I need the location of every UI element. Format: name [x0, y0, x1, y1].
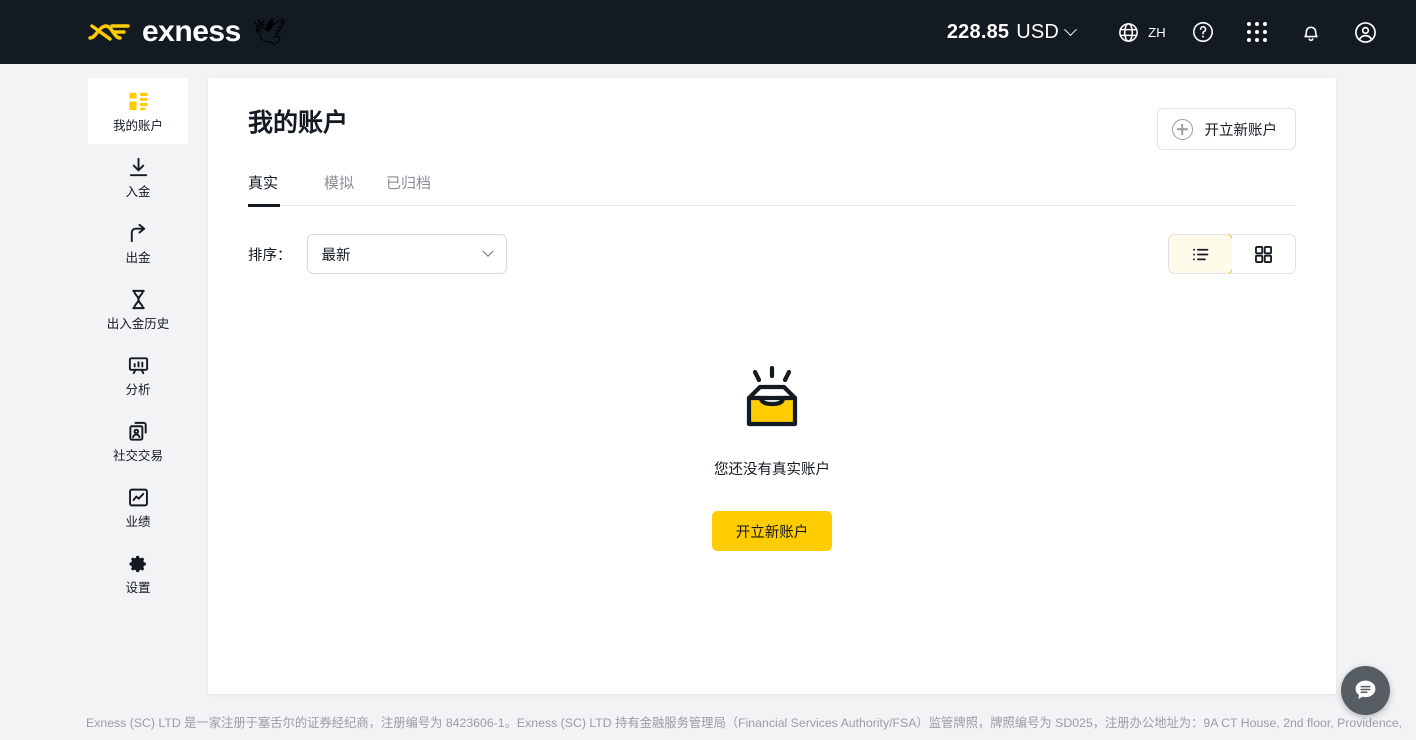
list-view-button[interactable] — [1169, 235, 1233, 273]
sidebar-item-label: 分析 — [125, 382, 151, 397]
performance-chart-icon — [127, 486, 150, 510]
withdraw-upload-icon — [127, 222, 150, 246]
sidebar-item-label: 入金 — [125, 184, 151, 199]
balance-selector[interactable]: 228.85 USD — [946, 20, 1077, 44]
open-new-account-header-label: 开立新账户 — [1204, 122, 1278, 139]
language-switcher[interactable]: ZH — [1107, 0, 1176, 64]
tab-real[interactable]: 真实 — [248, 164, 294, 207]
account-button[interactable] — [1338, 0, 1392, 64]
sidebar-item-social-trading[interactable]: 社交交易 — [88, 408, 188, 474]
gear-settings-icon — [127, 552, 149, 576]
social-trading-icon — [127, 420, 150, 444]
sidebar-item-label: 社交交易 — [112, 448, 163, 463]
dove-icon: 🕊 — [252, 17, 286, 47]
apps-button[interactable] — [1230, 0, 1284, 64]
top-header-bar: exness 🕊 228.85 USD ZH — [0, 0, 1416, 64]
accounts-toolbar: 排序： 最新 — [248, 234, 1296, 274]
dashboard-icon — [127, 90, 150, 114]
empty-state: 您还没有真实账户 开立新账户 — [208, 366, 1336, 551]
list-view-icon — [1193, 248, 1209, 260]
sidebar-item-analytics[interactable]: 分析 — [88, 342, 188, 408]
footer-disclaimer: Exness (SC) LTD 是一家注册于塞舌尔的证券经纪商，注册编号为 84… — [86, 716, 1403, 730]
account-type-tabs: 真实 模拟 已归档 — [248, 164, 1296, 207]
user-account-icon — [1354, 21, 1376, 43]
tab-label: 已归档 — [386, 175, 432, 192]
tab-label: 模拟 — [324, 175, 355, 192]
deposit-download-icon — [127, 156, 150, 180]
chat-bubble-icon — [1355, 680, 1376, 699]
sidebar-item-my-accounts[interactable]: 我的账户 — [88, 78, 188, 144]
apps-grid-icon — [1247, 22, 1267, 42]
hourglass-history-icon — [127, 288, 150, 312]
notifications-bell-icon — [1304, 26, 1318, 42]
sidebar-item-label: 我的账户 — [112, 118, 163, 133]
panel-header: 我的账户 开立新账户 — [208, 78, 1336, 150]
exness-logo-icon — [88, 24, 130, 41]
exness-logo[interactable]: exness 🕊 — [86, 17, 286, 47]
sidebar-item-withdraw[interactable]: 出金 — [88, 210, 188, 276]
chevron-down-icon — [481, 245, 494, 257]
balance-currency: USD — [1016, 20, 1060, 43]
notifications-button[interactable] — [1284, 0, 1338, 64]
language-code: ZH — [1148, 24, 1166, 40]
help-button[interactable] — [1176, 0, 1230, 64]
sidebar-item-label: 设置 — [125, 580, 151, 595]
chat-support-button[interactable] — [1341, 666, 1390, 715]
open-new-account-cta-button[interactable]: 开立新账户 — [711, 511, 833, 551]
exness-logo-text: exness — [142, 15, 241, 48]
left-sidebar: 我的账户 入金 出金 出入金历史 分析 社交交易 业绩 设置 — [88, 78, 188, 606]
tab-demo[interactable]: 模拟 — [308, 164, 370, 205]
tab-archived[interactable]: 已归档 — [370, 164, 447, 205]
analytics-board-icon — [127, 354, 150, 378]
sort-label: 排序： — [248, 247, 292, 264]
sidebar-item-label: 业绩 — [125, 514, 151, 529]
sort-select[interactable]: 最新 — [306, 234, 507, 274]
sidebar-item-label: 出入金历史 — [106, 316, 170, 331]
view-mode-toggle — [1168, 234, 1296, 274]
grid-view-icon — [1255, 245, 1272, 263]
globe-icon — [1119, 22, 1138, 42]
grid-view-button[interactable] — [1232, 235, 1295, 273]
header-actions: 228.85 USD ZH — [947, 0, 1416, 64]
sidebar-item-performance[interactable]: 业绩 — [88, 474, 188, 540]
balance-amount: 228.85 — [946, 20, 1010, 43]
empty-box-icon — [746, 366, 798, 427]
tab-label: 真实 — [248, 175, 279, 192]
sort-selected-value: 最新 — [321, 247, 351, 264]
chevron-down-icon — [1064, 22, 1077, 36]
sidebar-item-deposit[interactable]: 入金 — [88, 144, 188, 210]
sidebar-item-transaction-history[interactable]: 出入金历史 — [88, 276, 188, 342]
sidebar-item-settings[interactable]: 设置 — [88, 540, 188, 606]
page-title: 我的账户 — [248, 109, 349, 137]
help-circle-icon — [1193, 22, 1213, 42]
accounts-panel: 我的账户 开立新账户 真实 模拟 已归档 排序： 最新 您还没有真实账户 开立新… — [208, 78, 1336, 694]
sidebar-item-label: 出金 — [125, 250, 151, 265]
plus-circle-icon — [1171, 118, 1193, 140]
open-new-account-header-button[interactable]: 开立新账户 — [1156, 108, 1296, 150]
empty-state-text: 您还没有真实账户 — [714, 462, 830, 478]
